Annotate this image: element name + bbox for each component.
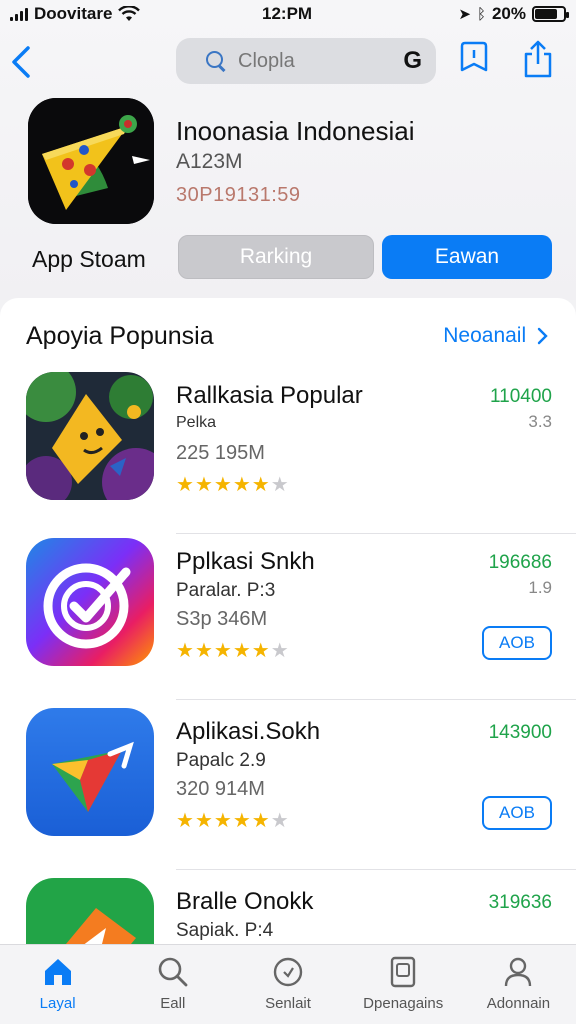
chevron-left-icon bbox=[12, 46, 30, 78]
tab-label: Layal bbox=[39, 995, 76, 1012]
app-title: Aplikasi.Sokh bbox=[176, 718, 321, 745]
see-all-link[interactable]: Neoanail bbox=[443, 324, 550, 348]
tab-label: Dpenagains bbox=[363, 995, 444, 1012]
app-title: Pplkasi Snkh bbox=[176, 548, 315, 575]
search-icon bbox=[204, 49, 228, 73]
back-button[interactable] bbox=[8, 40, 44, 84]
section-title: Apoyia Popunsia bbox=[26, 322, 214, 350]
featured-app-size: A123M bbox=[176, 150, 243, 173]
tab-home[interactable]: Layal bbox=[0, 945, 115, 1024]
app-title: Bralle Onokk bbox=[176, 888, 314, 915]
carrier-name: Doovitare bbox=[34, 4, 113, 23]
star-rating: ★ ★ ★ ★ ★ ★ bbox=[176, 472, 289, 496]
status-time: 12:PM bbox=[262, 4, 313, 23]
g-badge-icon[interactable]: G bbox=[403, 47, 422, 75]
search-field[interactable]: Clopla G bbox=[176, 38, 436, 84]
library-icon bbox=[391, 956, 416, 988]
star-icon: ★ bbox=[232, 808, 251, 832]
star-icon: ★ bbox=[232, 472, 251, 496]
see-all-label: Neoanail bbox=[443, 324, 527, 347]
app-icon bbox=[26, 372, 154, 500]
app-subtitle: Sapiak. P:4 bbox=[176, 920, 274, 941]
battery-icon bbox=[532, 6, 569, 22]
app-count: 143900 bbox=[488, 722, 552, 743]
tab-apps[interactable]: Senlait bbox=[230, 945, 345, 1024]
app-size: 225 195M bbox=[176, 442, 265, 464]
star-half-icon: ★ bbox=[251, 472, 270, 496]
share-button[interactable] bbox=[520, 38, 556, 82]
get-button[interactable]: AOB bbox=[482, 796, 552, 830]
tab-label: Adonnain bbox=[486, 995, 551, 1012]
app-size: 320 914M bbox=[176, 778, 265, 800]
nav-bar: Clopla G bbox=[0, 36, 576, 86]
tab-label: Senlait bbox=[265, 995, 311, 1012]
tab-bar: Layal Eall Senlait Dpenagains Adonnain bbox=[0, 944, 576, 1024]
chevron-right-icon bbox=[537, 328, 548, 345]
star-icon: ★ bbox=[213, 638, 232, 662]
location-icon: ➤ bbox=[458, 5, 471, 23]
bookmark-icon bbox=[460, 41, 488, 72]
star-icon: ★ bbox=[213, 808, 232, 832]
featured-app-code: 30P19131:59 bbox=[176, 184, 301, 206]
app-rating: 3.3 bbox=[528, 412, 552, 431]
app-icon bbox=[26, 538, 154, 666]
get-button[interactable]: AOB bbox=[482, 626, 552, 660]
star-half-icon: ★ bbox=[251, 638, 270, 662]
status-bar: Doovitare 12:PM ➤ ᛒ 20% bbox=[0, 0, 576, 28]
star-icon: ★ bbox=[176, 472, 194, 496]
search-icon bbox=[158, 957, 188, 987]
star-icon: ★ bbox=[232, 638, 251, 662]
star-icon: ★ bbox=[194, 808, 213, 832]
featured-app-title: Inoonasia Indonesiai bbox=[176, 116, 415, 146]
featured-app-icon[interactable] bbox=[28, 98, 154, 224]
tab-library[interactable]: Dpenagains bbox=[346, 945, 461, 1024]
app-icon bbox=[26, 708, 154, 836]
star-icon: ★ bbox=[176, 808, 194, 832]
tab-profile[interactable]: Adonnain bbox=[461, 945, 576, 1024]
profile-icon bbox=[505, 957, 532, 987]
star-half-icon: ★ bbox=[251, 808, 270, 832]
home-icon bbox=[44, 959, 71, 985]
star-icon: ★ bbox=[194, 638, 213, 662]
tab-label: Eall bbox=[160, 995, 186, 1012]
app-title: Rallkasia Popular bbox=[176, 382, 363, 409]
signal-icon bbox=[10, 7, 28, 21]
list-item[interactable]: Pplkasi Snkh Paralar. P:3 S3p 346M ★ ★ ★ ★ ★… bbox=[0, 530, 576, 700]
star-icon: ★ bbox=[194, 472, 213, 496]
share-icon bbox=[524, 40, 552, 78]
list-item[interactable]: Aplikasi.Sokh Papalc 2.9 320 914M ★ ★ ★ ★ ★ ★… bbox=[0, 700, 576, 870]
list-item[interactable]: Rallkasia Popular Pelka 225 195M ★ ★ ★ ★ ★ ★ … bbox=[0, 364, 576, 534]
store-label: App Stoam bbox=[32, 246, 146, 272]
tab-search[interactable]: Eall bbox=[115, 945, 230, 1024]
star-icon: ★ bbox=[176, 638, 194, 662]
app-rating: 1.9 bbox=[528, 578, 552, 597]
app-subtitle: Papalc 2.9 bbox=[176, 750, 266, 771]
ranking-button[interactable]: Rarking bbox=[178, 235, 374, 279]
app-count: 196686 bbox=[488, 552, 552, 573]
star-rating: ★ ★ ★ ★ ★ ★ bbox=[176, 808, 289, 832]
search-input[interactable]: Clopla bbox=[238, 50, 403, 73]
app-count: 319636 bbox=[488, 892, 552, 913]
app-count: 110400 bbox=[490, 386, 552, 407]
star-rating: ★ ★ ★ ★ ★ ★ bbox=[176, 638, 289, 662]
popular-apps-card: Apoyia Popunsia Neoanail Rallkasia Popul… bbox=[0, 298, 576, 1006]
primary-action-button[interactable]: Eawan bbox=[382, 235, 552, 279]
star-empty-icon: ★ bbox=[270, 808, 289, 832]
app-size: S3p 346M bbox=[176, 608, 268, 630]
app-subtitle: Paralar. P:3 bbox=[176, 580, 276, 601]
app-subtitle: Pelka bbox=[176, 414, 217, 431]
bluetooth-icon: ᛒ bbox=[476, 5, 486, 23]
star-icon: ★ bbox=[213, 472, 232, 496]
bookmark-button[interactable] bbox=[456, 40, 492, 80]
apps-icon bbox=[273, 957, 303, 987]
battery-percent: 20% bbox=[491, 4, 526, 23]
star-empty-icon: ★ bbox=[270, 638, 289, 662]
star-empty-icon: ★ bbox=[270, 472, 289, 496]
wifi-icon bbox=[118, 6, 141, 21]
